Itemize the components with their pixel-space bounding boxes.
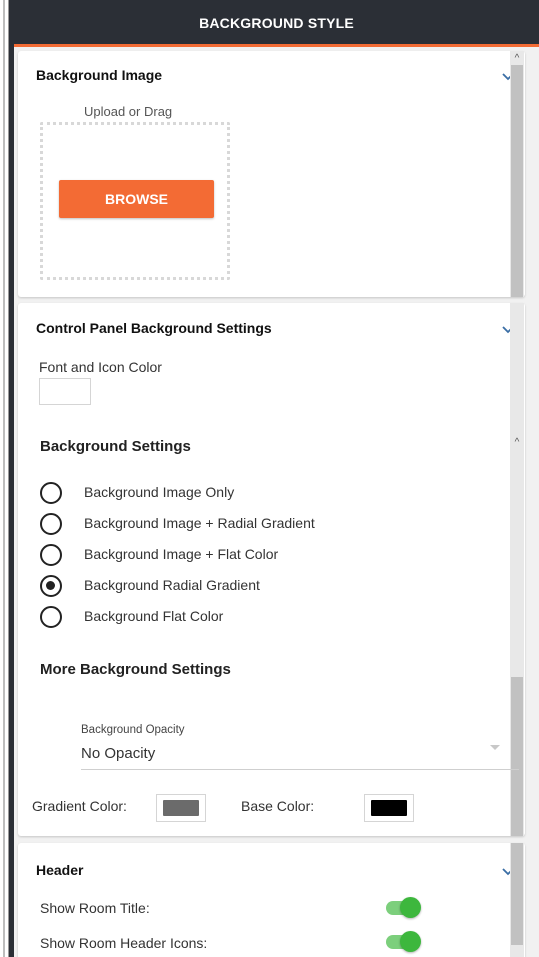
show-room-title-toggle[interactable] [384,896,422,918]
more-background-settings-heading: More Background Settings [40,661,231,678]
upload-label: Upload or Drag [84,104,173,119]
browse-button[interactable]: BROWSE [59,180,214,218]
show-room-header-icons-toggle[interactable] [384,930,422,952]
gradient-color-label: Gradient Color: [32,798,127,814]
font-icon-color-label: Font and Icon Color [39,359,162,375]
radio-label: Background Image Only [84,484,235,500]
radio-option-image-only[interactable]: Background Image Only [40,481,370,505]
dropdown-caret-icon[interactable] [490,745,500,750]
panel-header: BACKGROUND STYLE [14,0,539,47]
scrollbar-thumb[interactable] [511,677,523,836]
scroll-up-arrow-icon[interactable]: ^ [511,437,523,449]
radio-option-radial-gradient[interactable]: Background Radial Gradient [40,574,370,598]
radio-label: Background Image + Radial Gradient [84,515,315,531]
show-room-header-icons-label: Show Room Header Icons: [40,935,208,951]
radio-label: Background Image + Flat Color [84,546,279,562]
font-icon-color-swatch[interactable] [39,378,91,405]
radio-option-image-radial-gradient[interactable]: Background Image + Radial Gradient [40,512,370,536]
gradient-color-fill [163,800,199,816]
radio-button[interactable] [40,544,62,566]
background-opacity-label: Background Opacity [81,724,185,736]
radio-button-selected[interactable] [40,575,62,597]
background-image-title: Background Image [36,67,163,83]
window-frame [0,0,9,957]
base-color-fill [371,800,407,816]
radio-button[interactable] [40,482,62,504]
radio-label: Background Flat Color [84,608,224,624]
scrollbar-thumb[interactable] [511,65,523,297]
base-color-swatch[interactable] [364,794,414,822]
radio-button[interactable] [40,606,62,628]
panel-title: BACKGROUND STYLE [199,15,354,31]
scroll-up-arrow-icon[interactable]: ^ [511,53,523,65]
base-color-label: Base Color: [241,798,315,814]
radio-label: Background Radial Gradient [84,577,260,593]
header-settings-title: Header [36,862,84,878]
control-panel-settings-title: Control Panel Background Settings [36,320,272,336]
radio-option-image-flat-color[interactable]: Background Image + Flat Color [40,543,370,567]
show-room-title-label: Show Room Title: [40,900,150,916]
radio-option-flat-color[interactable]: Background Flat Color [40,605,370,629]
background-style-panel: BACKGROUND STYLE Background Image ^ Uplo… [14,0,539,957]
scrollbar-thumb[interactable] [511,843,523,945]
background-settings-heading: Background Settings [40,438,191,455]
gradient-color-swatch[interactable] [156,794,206,822]
background-opacity-select[interactable]: No Opacity [81,745,155,762]
radio-button[interactable] [40,513,62,535]
select-underline [81,769,519,770]
